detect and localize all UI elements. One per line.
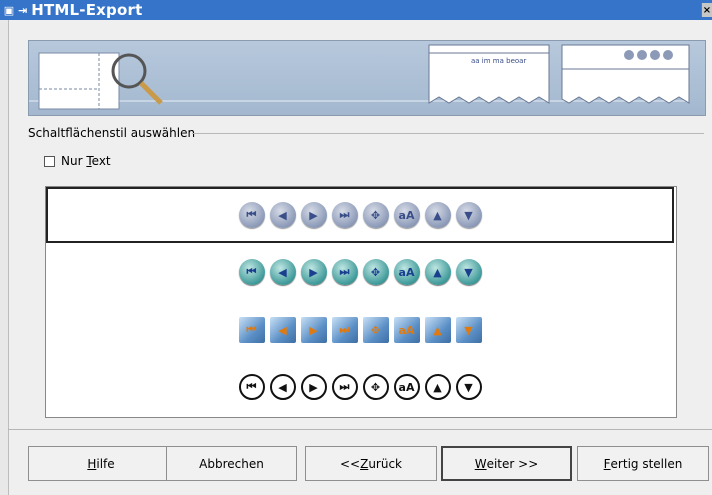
help-button[interactable]: Hilfe <box>28 446 174 481</box>
navigator-icon: ✥ <box>362 202 389 228</box>
next-icon: ▶ <box>300 374 327 400</box>
back-button[interactable]: << Zurück <box>305 446 437 481</box>
text-icon: aA <box>393 374 420 400</box>
text-only-option[interactable]: Nur Text <box>44 154 111 168</box>
last-icon: ⏭ <box>331 259 358 285</box>
up-icon: ▲ <box>424 202 451 228</box>
close-icon[interactable]: × <box>701 3 712 17</box>
style-row-4[interactable]: ⏮ ◀ ▶ ⏭ ✥ aA ▲ ▼ <box>46 359 674 415</box>
down-icon: ▼ <box>455 317 482 343</box>
finish-button[interactable]: Fertig stellen <box>577 446 709 481</box>
previous-icon: ◀ <box>269 374 296 400</box>
down-icon: ▼ <box>455 259 482 285</box>
style-row-1[interactable]: ⏮ ◀ ▶ ⏭ ✥ aA ▲ ▼ <box>46 187 674 243</box>
footer-divider <box>8 429 712 430</box>
last-icon: ⏭ <box>331 317 358 343</box>
app-icon[interactable]: ▣ <box>0 1 18 19</box>
up-icon: ▲ <box>424 259 451 285</box>
style-row-3[interactable]: ⏮ ◀ ▶ ⏭ ✥ aA ▲ ▼ <box>46 302 674 358</box>
first-icon: ⏮ <box>238 202 265 228</box>
navigator-icon: ✥ <box>362 259 389 285</box>
title-bar[interactable]: ▣ ⇥ HTML-Export × <box>0 0 712 20</box>
section-title: Schaltflächenstil auswählen <box>28 126 196 140</box>
style-row-2[interactable]: ⏮ ◀ ▶ ⏭ ✥ aA ▲ ▼ <box>46 244 674 300</box>
down-icon: ▼ <box>455 202 482 228</box>
first-icon: ⏮ <box>238 259 265 285</box>
text-icon: aA <box>393 317 420 343</box>
first-icon: ⏮ <box>238 317 265 343</box>
navigator-icon: ✥ <box>362 317 389 343</box>
previous-icon: ◀ <box>269 317 296 343</box>
previous-icon: ◀ <box>269 259 296 285</box>
next-icon: ▶ <box>300 317 327 343</box>
last-icon: ⏭ <box>331 374 358 400</box>
next-icon: ▶ <box>300 259 327 285</box>
banner-card-text: aa im ma beoar <box>471 57 526 65</box>
next-icon: ▶ <box>300 202 327 228</box>
first-icon: ⏮ <box>238 374 265 400</box>
button-style-list[interactable]: ⏮ ◀ ▶ ⏭ ✥ aA ▲ ▼ ⏮ ◀ ▶ ⏭ ✥ aA ▲ ▼ ⏮ ◀ ▶ … <box>45 186 677 418</box>
navigator-icon: ✥ <box>362 374 389 400</box>
text-only-label: Nur Text <box>61 154 111 168</box>
text-only-checkbox[interactable] <box>44 155 55 167</box>
banner-illustration: aa im ma beoar <box>29 44 690 110</box>
text-icon: aA <box>393 259 420 285</box>
next-button[interactable]: Weiter >> <box>441 446 572 481</box>
previous-icon: ◀ <box>269 202 296 228</box>
last-icon: ⏭ <box>331 202 358 228</box>
text-icon: aA <box>393 202 420 228</box>
up-icon: ▲ <box>424 317 451 343</box>
up-icon: ▲ <box>424 374 451 400</box>
down-icon: ▼ <box>455 374 482 400</box>
window-title: HTML-Export <box>31 1 143 19</box>
window-border <box>0 20 9 495</box>
header-banner: aa im ma beoar <box>28 40 706 116</box>
pin-icon[interactable]: ⇥ <box>18 4 27 17</box>
cancel-button[interactable]: Abbrechen <box>166 446 297 481</box>
section-divider <box>192 133 704 134</box>
